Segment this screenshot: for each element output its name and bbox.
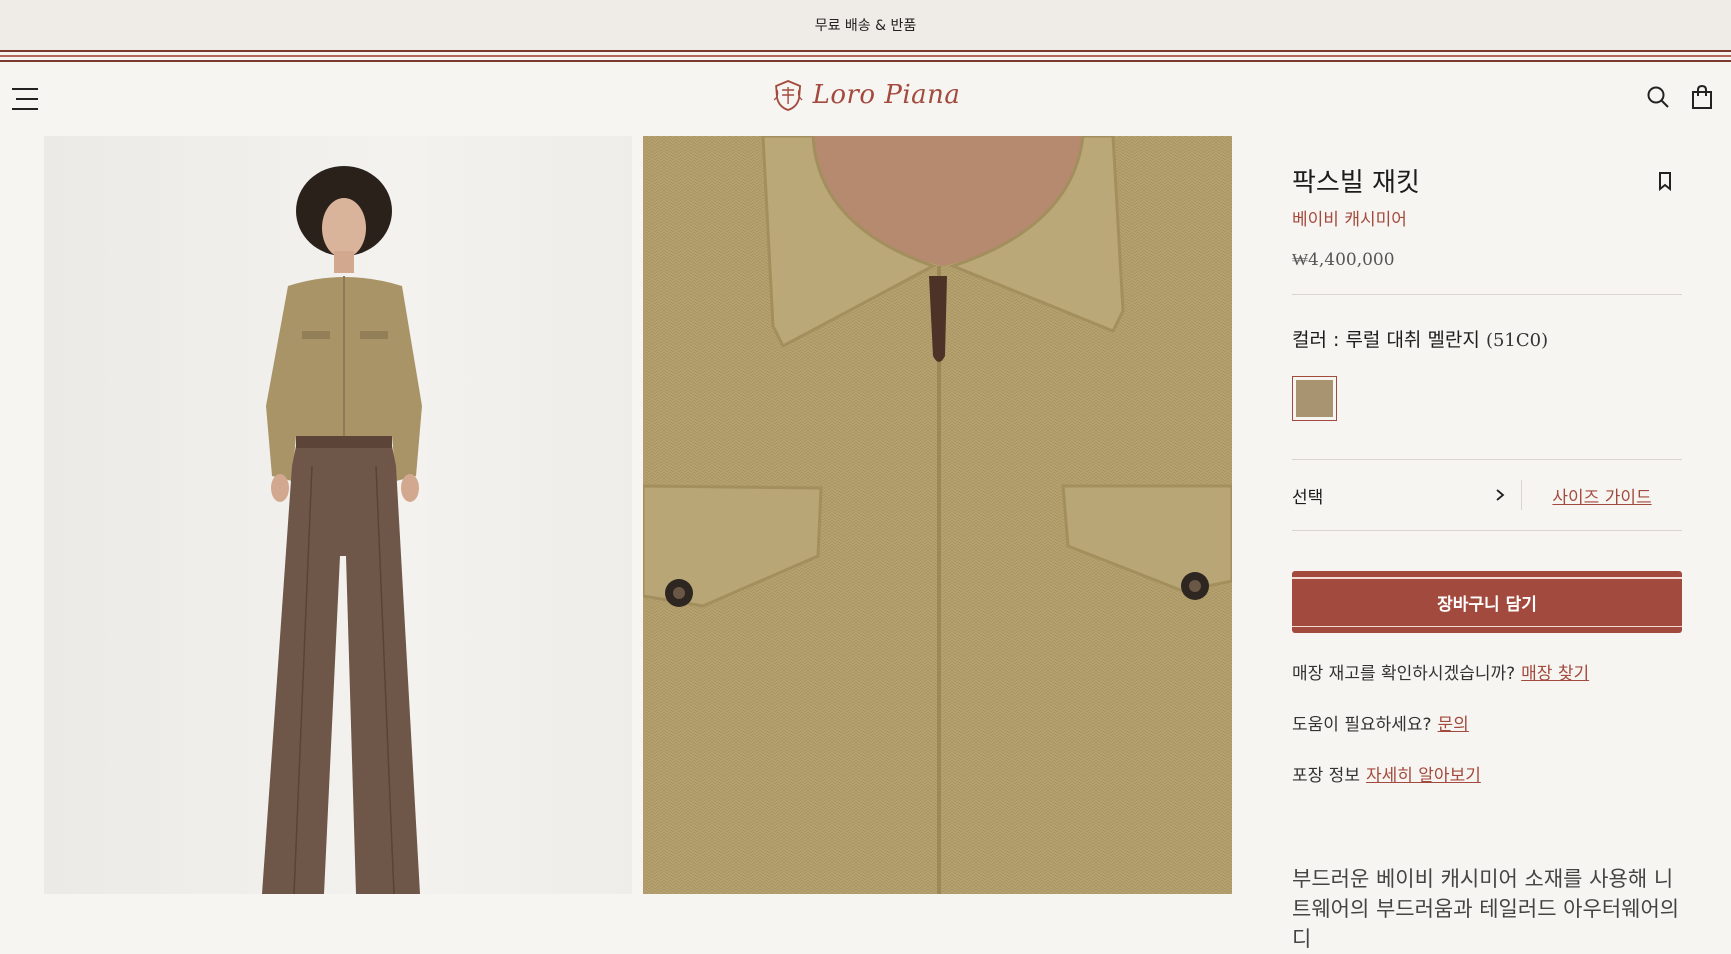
add-to-cart-button[interactable]: 장바구니 담기: [1292, 571, 1682, 633]
product-material: 베이비 캐시미어: [1292, 210, 1407, 230]
divider: [1292, 294, 1682, 295]
packaging-line: 포장 정보 자세히 알아보기: [1292, 761, 1682, 786]
size-guide-link[interactable]: 사이즈 가이드: [1522, 483, 1682, 508]
color-swatch[interactable]: [1292, 376, 1337, 421]
promo-text: 무료 배송 & 반품: [814, 18, 917, 34]
promo-banner: 무료 배송 & 반품: [0, 0, 1731, 50]
product-title: 팍스빌 재킷: [1292, 168, 1420, 198]
color-label: 컬러 : 루럴 대취 멜란지 (51C0): [1292, 325, 1682, 352]
find-store-link[interactable]: 매장 찾기: [1521, 664, 1589, 684]
size-select-row: 선택 사이즈 가이드: [1292, 459, 1682, 531]
contact-link[interactable]: 문의: [1438, 715, 1469, 735]
bookmark-icon[interactable]: [1652, 168, 1678, 194]
help-line: 도움이 필요하세요? 문의: [1292, 710, 1682, 735]
menu-icon[interactable]: [12, 88, 38, 110]
store-question: 매장 재고를 확인하시겠습니까?: [1292, 664, 1516, 684]
shopping-bag-icon[interactable]: [1689, 84, 1715, 110]
store-stock-line: 매장 재고를 확인하시겠습니까? 매장 찾기: [1292, 659, 1682, 684]
packaging-label: 포장 정보: [1292, 766, 1360, 786]
size-select-label: 선택: [1292, 487, 1324, 508]
color-code: (51C0): [1485, 330, 1549, 351]
packaging-more-link[interactable]: 자세히 알아보기: [1366, 766, 1481, 786]
brand-wordmark: Loro Piana: [812, 80, 961, 110]
site-header: Loro Piana: [0, 62, 1731, 136]
help-question: 도움이 필요하세요?: [1292, 715, 1432, 735]
decorative-stripe: [0, 50, 1731, 62]
color-name: 컬러 : 루럴 대취 멜란지: [1292, 329, 1480, 351]
chevron-right-icon: [1496, 489, 1505, 501]
search-icon[interactable]: [1645, 84, 1671, 110]
product-description: 부드러운 베이비 캐시미어 소재를 사용해 니트웨어의 부드러움과 테일러드 아…: [1292, 867, 1680, 951]
product-image-detail[interactable]: [643, 136, 1232, 894]
product-info-panel: 팍스빌 재킷 베이비 캐시미어 ₩4,400,000 컬러 : 루럴 대취 멜란…: [1292, 136, 1682, 954]
product-price: ₩4,400,000: [1292, 250, 1395, 270]
product-image-model[interactable]: [44, 136, 632, 894]
brand-logo[interactable]: Loro Piana: [771, 78, 961, 112]
size-select[interactable]: 선택: [1292, 483, 1521, 508]
crest-icon: [773, 80, 802, 111]
